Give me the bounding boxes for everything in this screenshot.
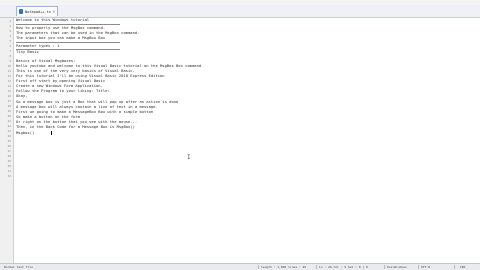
line-number: 32 [7,174,11,178]
i-beam-cursor-icon: I [187,154,191,161]
status-length: length : 1,096 lines : 26 [261,265,307,269]
line-number: 8 [9,54,11,58]
line-number: 11 [7,69,11,73]
close-icon[interactable]: × [53,9,55,14]
tab-document[interactable]: Notepad++.txt × [16,6,58,16]
editor-line: Msgbox() [16,130,35,135]
line-number: 29 [7,159,11,163]
line-number: 6 [9,44,11,48]
status-separator [454,265,455,269]
status-insert-mode: INS [460,265,466,269]
text-caret [51,131,52,135]
line-number: 3 [9,29,11,33]
status-separator [418,265,419,269]
editor-line: Welcome to this Windows tutorial [16,17,90,22]
line-number: 28 [7,154,11,158]
line-number: 9 [9,59,11,63]
line-number: 10 [7,64,11,68]
line-number: 19 [7,109,11,113]
line-number-gutter: 1 2 3 4 5 6 7 8 9 10 11 12 13 14 15 16 17 18 19 20 21 22 23 24 2… [0,18,14,263]
editor-line: Follow the Program to your liking: Title… [16,88,110,93]
line-number: 20 [7,114,11,118]
line-number: 5 [9,39,11,43]
text-editor[interactable]: Welcome to this Windows tutorial How to … [14,18,480,263]
tab-label: Notepad++.txt [25,9,51,14]
editor-line: Tiny Basic [16,49,39,54]
editor-line: Okay, [16,93,28,98]
line-number: 21 [7,119,11,123]
line-number: 1 [9,19,11,23]
editor-line: The input box you can make a MsgBox Box [16,35,106,40]
editor-line: Then, in the Back Code for a Message Box… [16,124,135,129]
status-separator [384,265,385,269]
status-separator [316,265,317,269]
line-number: 30 [7,164,11,168]
document-icon [19,9,23,14]
line-number: 15 [7,89,11,93]
status-eol: Dos\Windows [387,265,407,269]
status-encoding: UTF-8 [421,265,431,269]
line-number: 24 [7,134,11,138]
line-number: 12 [7,74,11,78]
line-number: 17 [7,99,11,103]
line-number: 27 [7,149,11,153]
line-number: 2 [9,24,11,28]
status-position: Ln : 26 Col : 9 Sel : 0 | 0 [319,265,368,269]
line-number: 22 [7,124,11,128]
line-number: 18 [7,104,11,108]
line-number: 14 [7,84,11,88]
line-number: 25 [7,139,11,143]
line-number: 4 [9,34,11,38]
line-number: 16 [7,94,11,98]
line-number: 31 [7,169,11,173]
line-number: 13 [7,79,11,83]
line-number: 7 [9,49,11,53]
status-file-type: Normal text file [4,265,33,269]
line-number: 26 [7,144,11,148]
status-separator [258,265,259,269]
status-bar: Normal text file length : 1,096 lines : … [0,263,480,270]
line-number: 23 [7,129,11,133]
editor-line: Parameter types : 1 [16,43,60,48]
